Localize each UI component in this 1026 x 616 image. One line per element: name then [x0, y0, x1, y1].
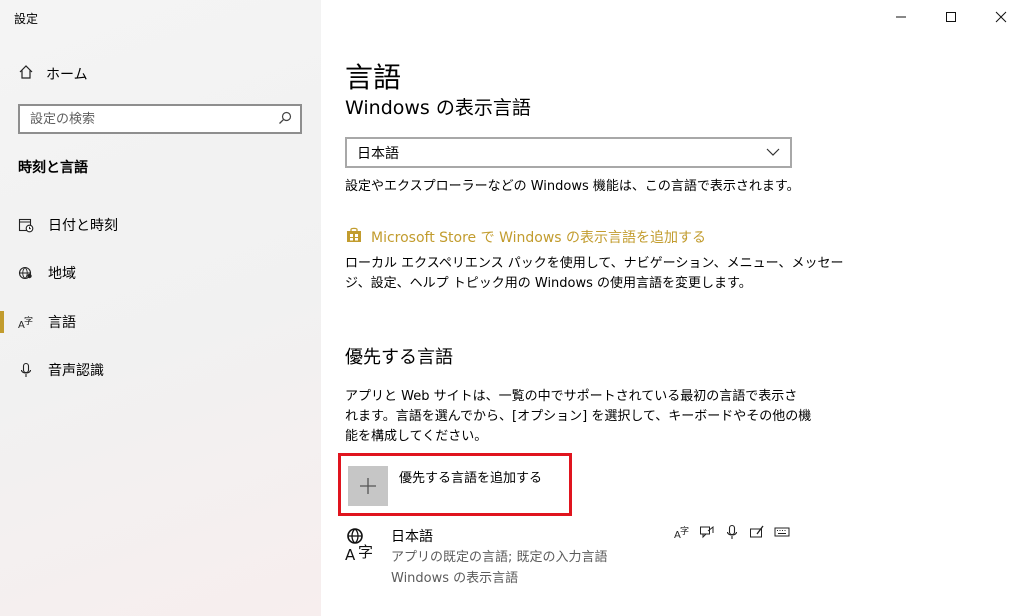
window-controls	[876, 0, 1026, 34]
microphone-icon	[18, 362, 34, 378]
maximize-button[interactable]	[926, 0, 976, 34]
close-button[interactable]	[976, 0, 1026, 34]
chevron-down-icon	[766, 145, 780, 161]
main-pane: 言語 Windows の表示言語 日本語 設定やエクスプローラーなどの Wind…	[321, 0, 1026, 616]
language-globe-icon: A 字	[345, 527, 381, 564]
display-language-heading: Windows の表示言語	[345, 97, 531, 119]
sidebar-item-label: 音声認識	[48, 363, 104, 379]
language-name: 日本語	[391, 529, 433, 545]
language-icon: A字	[18, 314, 34, 330]
sidebar-item-label: 言語	[48, 315, 76, 331]
display-language-icon: A字	[674, 524, 690, 540]
store-link[interactable]: Microsoft Store で Windows の表示言語を追加する	[345, 226, 706, 248]
sidebar-item-date-time[interactable]: 日付と時刻	[18, 213, 118, 237]
handwriting-icon	[749, 524, 765, 540]
description-line: れます。言語を選んでから、[オプション] を選択して、キーボードやその他の機	[345, 409, 812, 424]
search-icon[interactable]	[278, 110, 292, 129]
svg-text:字: 字	[680, 525, 689, 537]
store-link-label[interactable]: Microsoft Store で Windows の表示言語を追加する	[371, 227, 706, 247]
search-box[interactable]	[18, 104, 302, 134]
description-line: ローカル エクスペリエンス パックを使用して、ナビゲーション、メニュー、メッセー	[345, 256, 844, 271]
local-experience-description: ローカル エクスペリエンス パックを使用して、ナビゲーション、メニュー、メッセー…	[345, 254, 844, 294]
sidebar-item-language[interactable]: A字 言語	[18, 310, 76, 334]
svg-text:A: A	[345, 546, 356, 563]
sidebar-section-heading: 時刻と言語	[18, 160, 88, 176]
sidebar-item-speech[interactable]: 音声認識	[18, 358, 104, 382]
sidebar-item-home[interactable]: ホーム	[18, 62, 88, 86]
sidebar-item-label: 日付と時刻	[48, 218, 118, 234]
store-icon	[345, 226, 363, 248]
keyboard-icon	[774, 524, 790, 540]
language-feature-icons: A字	[674, 524, 790, 540]
sidebar: 設定 ホーム 時刻と言語 日付と時刻 地域 A字 言語 音	[0, 0, 321, 616]
description-line: ジ、設定、ヘルプ トピック用の Windows の使用言語を変更します。	[345, 276, 752, 291]
display-language-description: 設定やエクスプローラーなどの Windows 機能は、この言語で表示されます。	[345, 179, 800, 194]
sidebar-item-label: ホーム	[46, 67, 88, 83]
svg-text:字: 字	[358, 543, 373, 561]
description-line: 能を構成してください。	[345, 429, 488, 444]
display-language-dropdown[interactable]: 日本語	[345, 137, 792, 168]
speech-bubble-icon	[699, 524, 715, 540]
add-language-button[interactable]: 優先する言語を追加する	[338, 453, 572, 516]
search-input[interactable]	[28, 110, 272, 128]
preferred-languages-description: アプリと Web サイトは、一覧の中でサポートされている最初の言語で表示さ れま…	[345, 387, 811, 447]
svg-text:字: 字	[24, 315, 33, 327]
description-line: アプリと Web サイトは、一覧の中でサポートされている最初の言語で表示さ	[345, 389, 798, 404]
add-language-label[interactable]: 優先する言語を追加する	[399, 467, 542, 486]
sidebar-item-label: 地域	[48, 266, 76, 282]
active-indicator	[0, 311, 4, 333]
home-icon	[18, 64, 34, 84]
window-title: 設定	[14, 12, 39, 26]
page-title: 言語	[345, 61, 402, 94]
dropdown-value: 日本語	[357, 145, 399, 162]
sidebar-item-region[interactable]: 地域	[18, 261, 76, 285]
globe-pin-icon	[18, 265, 34, 281]
calendar-clock-icon	[18, 217, 34, 233]
language-status-line: Windows の表示言語	[391, 571, 519, 586]
microphone-icon	[724, 524, 740, 540]
preferred-languages-heading: 優先する言語	[345, 347, 453, 368]
minimize-button[interactable]	[876, 0, 926, 34]
language-status-line: アプリの既定の言語; 既定の入力言語	[391, 550, 608, 565]
plus-icon[interactable]	[348, 466, 388, 506]
